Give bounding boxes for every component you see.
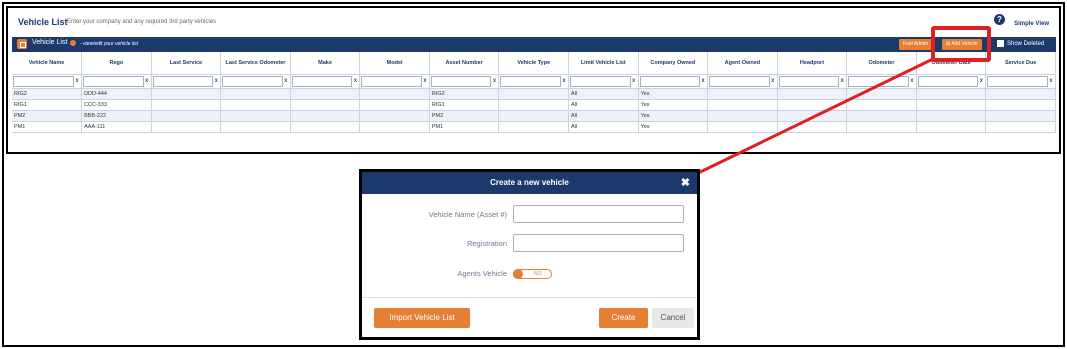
vehicle-name-input[interactable] bbox=[513, 205, 684, 223]
toggle-knob bbox=[513, 269, 523, 279]
modal-header: Create a new vehicle ✖ bbox=[362, 172, 697, 194]
modal-footer: Import Vehicle List Create Cancel bbox=[362, 297, 697, 337]
registration-label: Registration bbox=[466, 239, 507, 248]
modal-title: Create a new vehicle bbox=[490, 178, 569, 187]
create-vehicle-modal: Create a new vehicle ✖ Vehicle Name (Ass… bbox=[359, 169, 700, 340]
vehicle-name-label: Vehicle Name (Asset #) bbox=[428, 210, 507, 219]
create-button[interactable]: Create bbox=[599, 308, 648, 328]
toggle-text: NO bbox=[534, 271, 542, 277]
agents-vehicle-toggle[interactable]: NO bbox=[513, 269, 552, 279]
cancel-button[interactable]: Cancel bbox=[652, 308, 694, 328]
agents-vehicle-label: Agents Vehicle bbox=[457, 269, 507, 278]
registration-input[interactable] bbox=[513, 234, 684, 252]
close-icon[interactable]: ✖ bbox=[681, 172, 690, 194]
import-vehicle-list-button[interactable]: Import Vehicle List bbox=[374, 308, 470, 328]
